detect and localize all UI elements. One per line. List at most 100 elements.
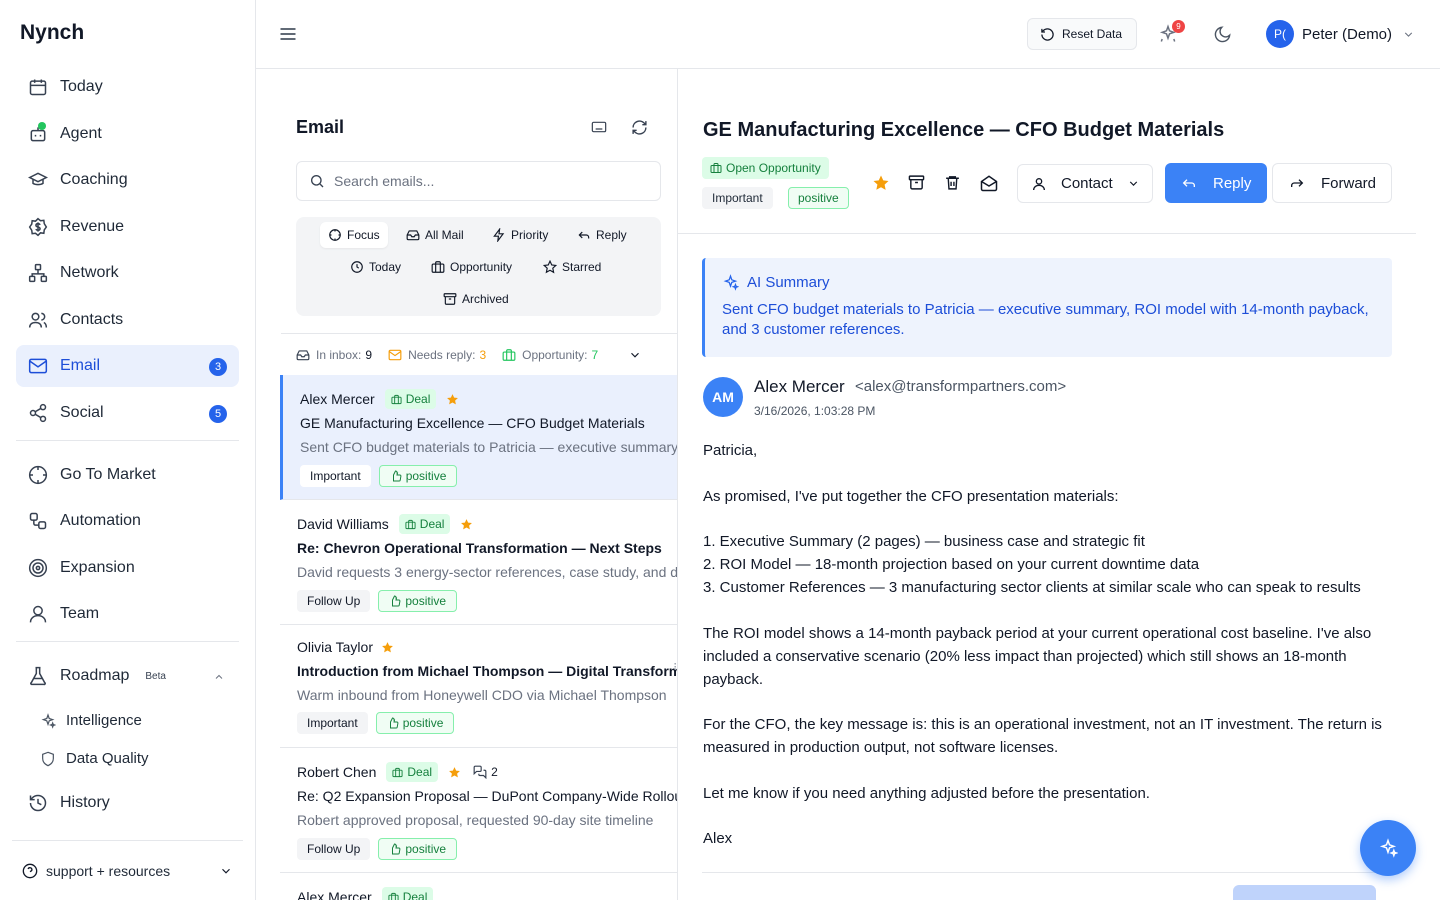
chevron-down-icon[interactable] [628,348,642,362]
network-icon [28,263,48,283]
email-list-item[interactable]: Alex Mercer Deal GE Manufacturing Excell… [280,375,677,500]
unread-badge: 3 [209,358,227,376]
sidebar-item-contacts[interactable]: Contacts [16,299,239,341]
divider [16,439,239,441]
search-input[interactable]: Search emails... [296,161,661,201]
star-icon[interactable] [872,174,890,192]
email-list-pane: Email Search emails... Focus All Mail Pr… [256,69,678,900]
sender-name: David Williams [297,516,389,532]
moon-icon[interactable] [1213,25,1232,44]
sidebar-item-today[interactable]: Today [16,66,239,108]
trash-icon[interactable] [944,174,961,191]
sidebar-item-roadmap[interactable]: Roadmap Beta [16,655,239,697]
briefcase-icon [391,394,402,404]
search-icon [309,173,325,189]
inbox-count: 9 [365,347,373,362]
filter-reply[interactable]: Reply [569,222,635,248]
email-list-item[interactable]: Alex Mercer Deal [280,873,677,900]
sidebar-item-label: History [60,793,110,811]
filter-label: Archived [462,292,509,306]
sidebar-nav: Today Agent Coaching Revenue Network Con… [16,66,239,828]
sidebar-item-network[interactable]: Network [16,252,239,294]
sidebar-item-label: Expansion [60,558,135,576]
email-body-paragraph: The ROI model shows a 14-month payback p… [703,624,1372,688]
contact-button[interactable]: Contact [1017,164,1153,203]
filter-label: All Mail [425,228,464,242]
email-preview: David requests 3 energy-sector reference… [297,564,678,580]
filter-archived[interactable]: Archived [435,286,517,312]
briefcase-icon [502,348,516,361]
sidebar-item-label: Network [60,264,119,281]
rotate-ccw-icon [1040,27,1055,42]
email-list-item[interactable]: Robert Chen Deal 2 Re: Q2 Expansion Prop… [280,748,677,873]
reset-data-button[interactable]: Reset Data [1027,18,1137,50]
open-opportunity-label: Open Opportunity [726,161,821,175]
keyboard-icon[interactable] [591,119,607,135]
star-icon[interactable] [381,641,394,654]
label-tag: Important [300,465,371,487]
label-tag: Important [702,187,773,209]
deal-badge: Deal [386,762,439,782]
forward-button[interactable]: Forward [1272,163,1392,203]
sidebar-item-history[interactable]: History [16,782,239,824]
star-icon[interactable] [460,518,473,531]
reply-button[interactable]: Reply [1165,163,1267,203]
sidebar-item-automation[interactable]: Automation [16,500,239,542]
label-tag: Follow Up [297,590,371,612]
refresh-icon[interactable] [631,119,648,136]
thumbs-up-icon [392,595,401,607]
generate-button[interactable] [1233,885,1376,900]
sidebar-item-data-quality[interactable]: Data Quality [16,740,239,778]
contact-label: Contact [1061,175,1113,192]
filter-opportunity[interactable]: Opportunity [423,254,520,280]
flask-icon [28,666,48,686]
filter-focus[interactable]: Focus [320,222,388,248]
sidebar-item-go-to-market[interactable]: Go To Market [16,454,239,496]
sidebar-item-label: Go To Market [60,465,156,483]
sidebar-item-revenue[interactable]: Revenue [16,206,239,248]
sidebar-item-team[interactable]: Team [16,593,239,635]
filter-label: Reply [596,228,627,242]
mail-open-icon[interactable] [980,174,998,192]
sentiment-label: positive [405,594,447,608]
graduation-cap-icon [28,170,48,190]
filter-priority[interactable]: Priority [484,222,556,248]
email-body-paragraph: As promised, I've put together the CFO p… [703,487,1119,505]
sidebar-item-label: Email [60,357,101,374]
filter-starred[interactable]: Starred [535,254,609,280]
archive-icon[interactable] [908,174,925,191]
menu-icon[interactable] [278,24,298,44]
sidebar-item-label: Contacts [60,310,124,328]
user-menu[interactable]: P( Peter (Demo) [1266,20,1415,48]
sidebar-item-intelligence[interactable]: Intelligence [16,702,239,740]
email-list-item[interactable]: Olivia Taylor Introduction from Michael … [280,625,678,748]
chevron-up-icon[interactable] [213,671,225,683]
briefcase-icon [710,163,722,173]
filter-all-mail[interactable]: All Mail [398,222,472,248]
sidebar-item-expansion[interactable]: Expansion [16,547,239,589]
search-placeholder: Search emails... [334,173,435,189]
sentiment-badge: positive [378,838,458,860]
sidebar-item-social[interactable]: Social 5 [16,392,239,434]
sidebar-item-email[interactable]: Email 3 [16,345,239,387]
email-list-item[interactable]: David Williams Deal Re: Chevron Operatio… [280,500,678,625]
filter-today[interactable]: Today [342,254,409,280]
briefcase-icon [405,519,416,529]
deal-label: Deal [402,890,428,900]
app-logo[interactable]: Nynch [20,21,84,45]
sidebar-item-coaching[interactable]: Coaching [16,159,239,201]
support-resources-toggle[interactable]: support + resources [12,840,243,900]
deal-label: Deal [407,765,433,779]
sidebar-item-label: Automation [60,512,141,529]
filter-label: Priority [511,228,549,242]
open-opportunity-badge[interactable]: Open Opportunity [702,157,829,179]
star-icon[interactable] [448,766,461,779]
star-icon[interactable] [446,393,459,406]
filter-label: Starred [562,260,602,274]
deal-badge: Deal [381,887,434,900]
unread-badge: 5 [209,404,227,423]
ai-assistant-button[interactable] [1360,820,1416,876]
email-subject: Introduction from Michael Thompson — Dig… [297,663,678,679]
stat-label: In inbox: [316,347,362,362]
sidebar-item-agent[interactable]: Agent [16,113,239,155]
